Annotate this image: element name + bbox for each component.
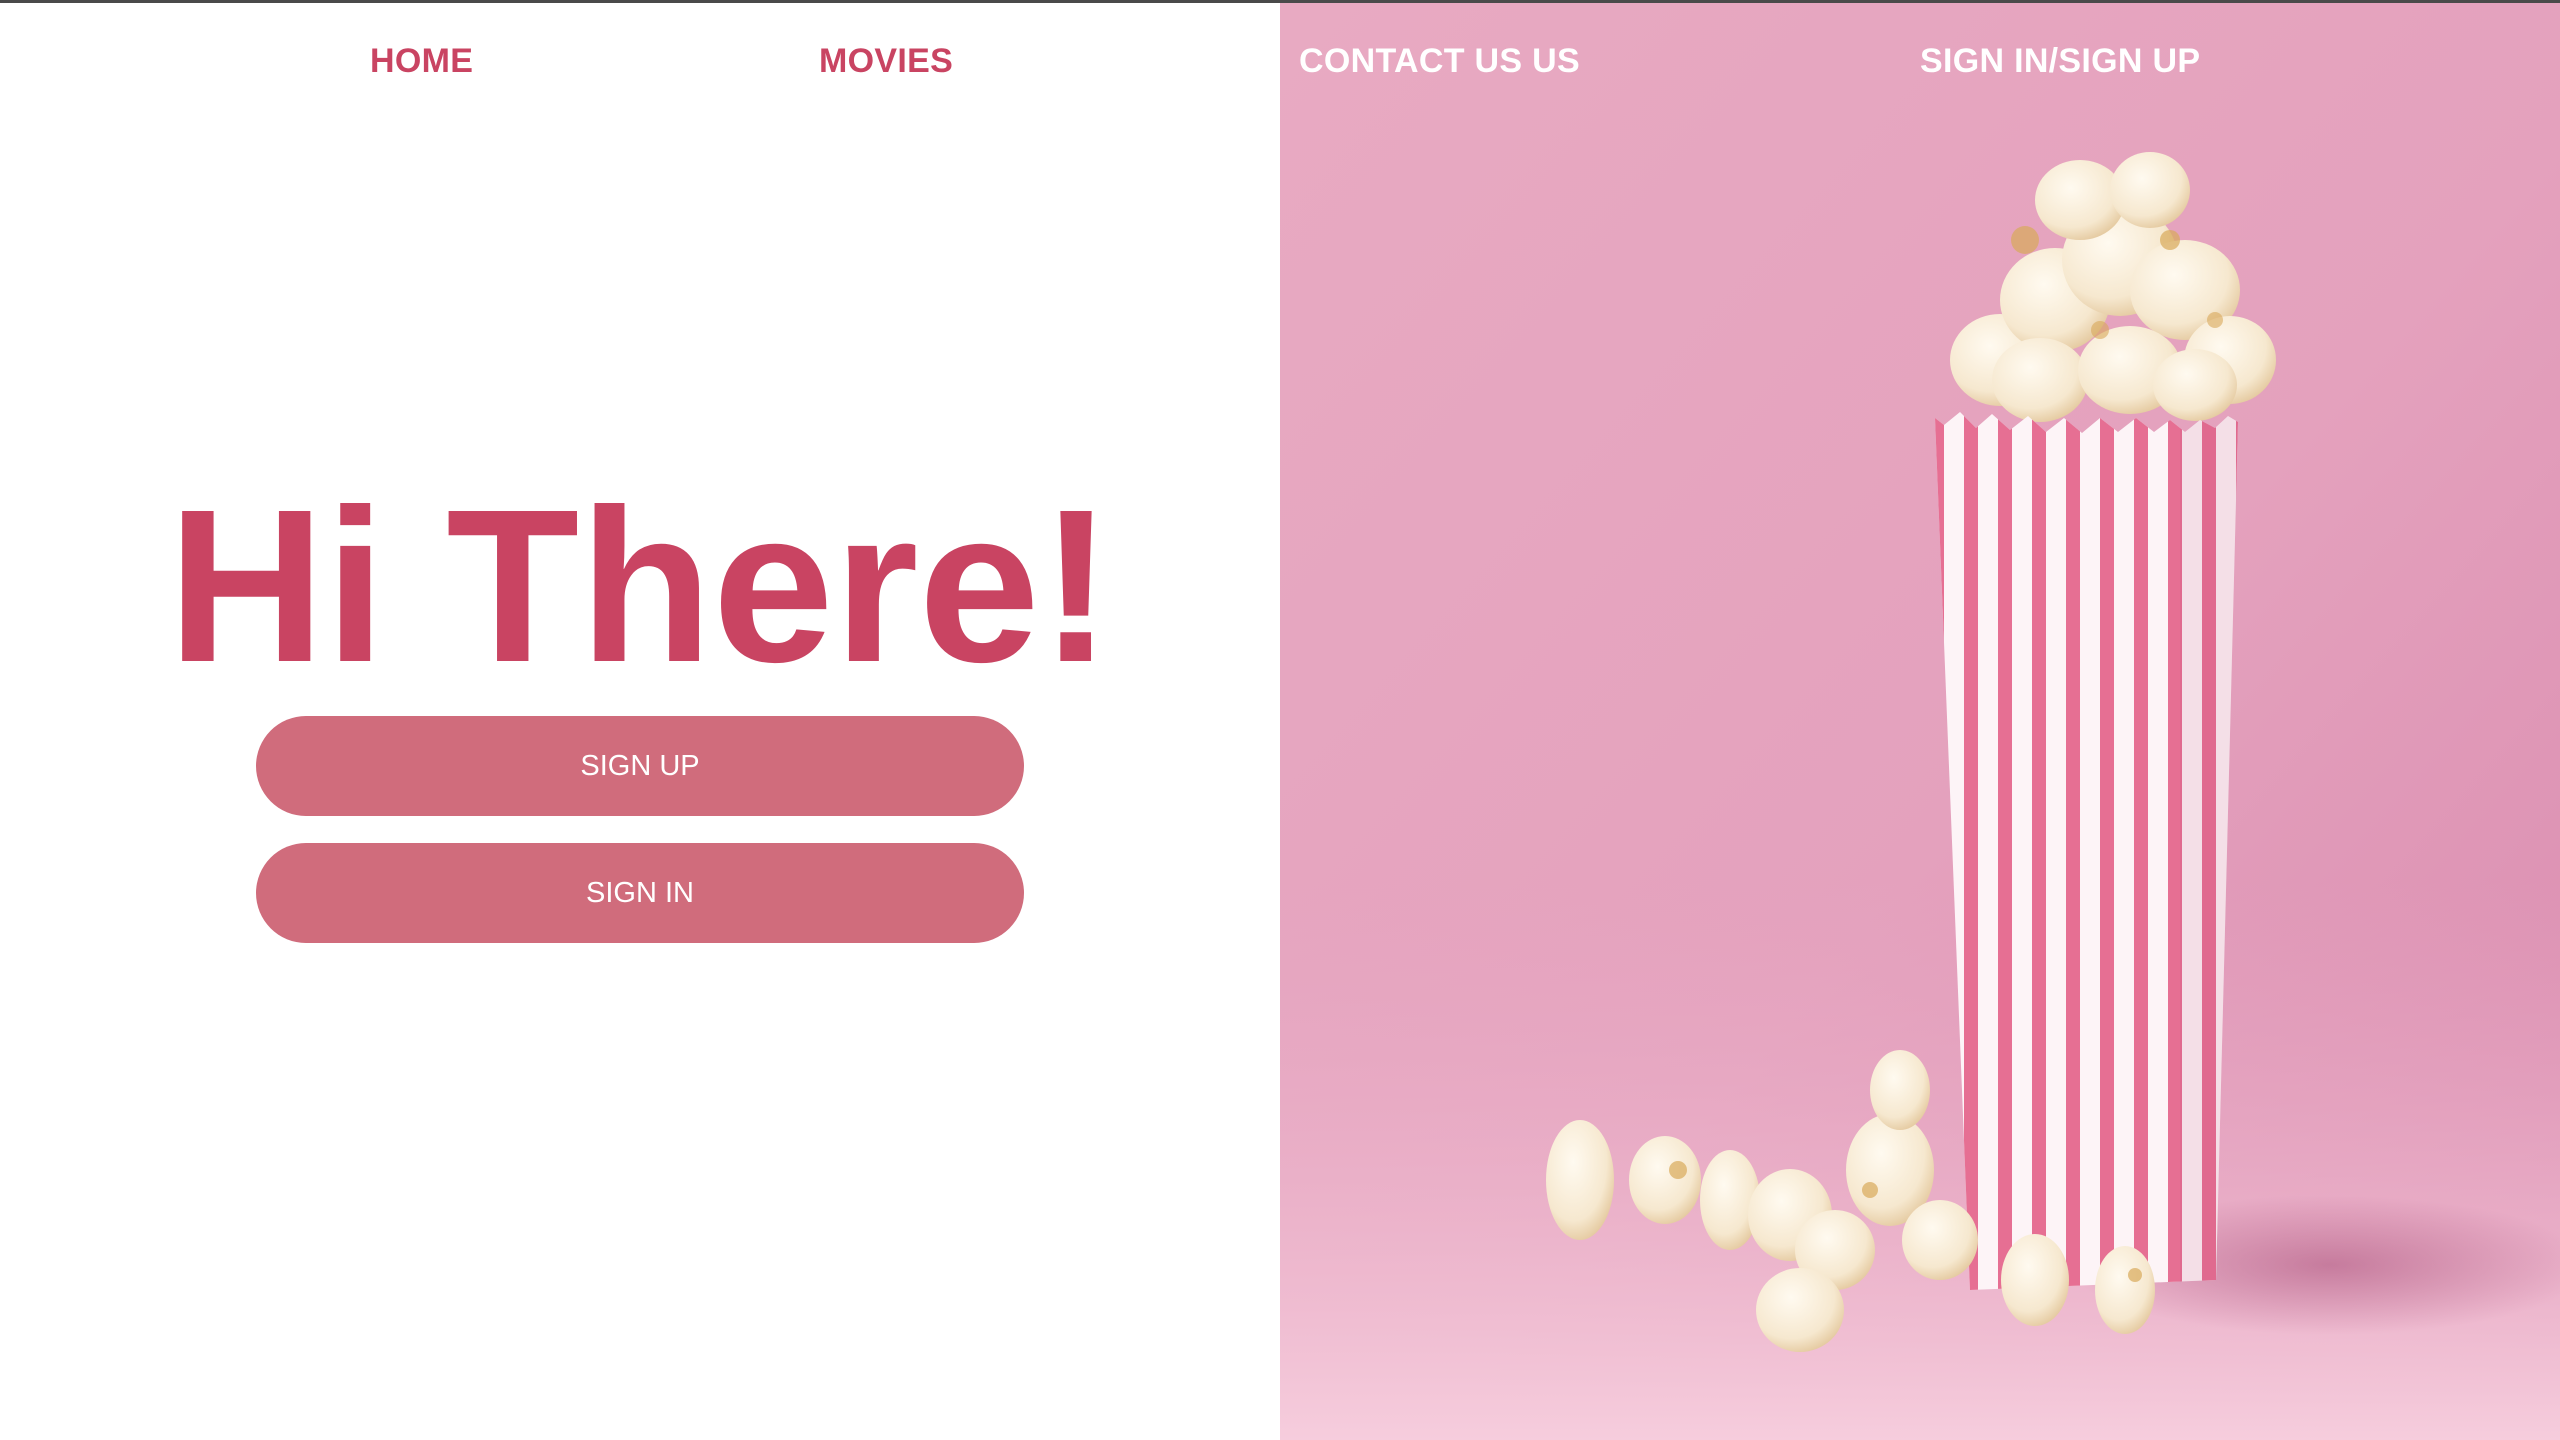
hero-title: Hi There! xyxy=(167,465,1113,708)
sign-in-button[interactable]: SIGN IN xyxy=(256,843,1024,943)
hero-image xyxy=(1280,0,2560,1440)
nav-home-link[interactable]: HOME xyxy=(370,42,473,81)
top-divider xyxy=(0,0,2560,3)
nav-contact-link[interactable]: CONTACT US US xyxy=(1299,42,1580,81)
nav-signin-signup-link[interactable]: SIGN IN/SIGN UP xyxy=(1920,42,2200,81)
popcorn-bucket-icon xyxy=(1280,0,2560,1440)
landing-page: HOME MOVIES CONTACT US US SIGN IN/SIGN U… xyxy=(0,0,2560,1440)
nav-movies-link[interactable]: MOVIES xyxy=(819,42,953,81)
sign-up-button[interactable]: SIGN UP xyxy=(256,716,1024,816)
